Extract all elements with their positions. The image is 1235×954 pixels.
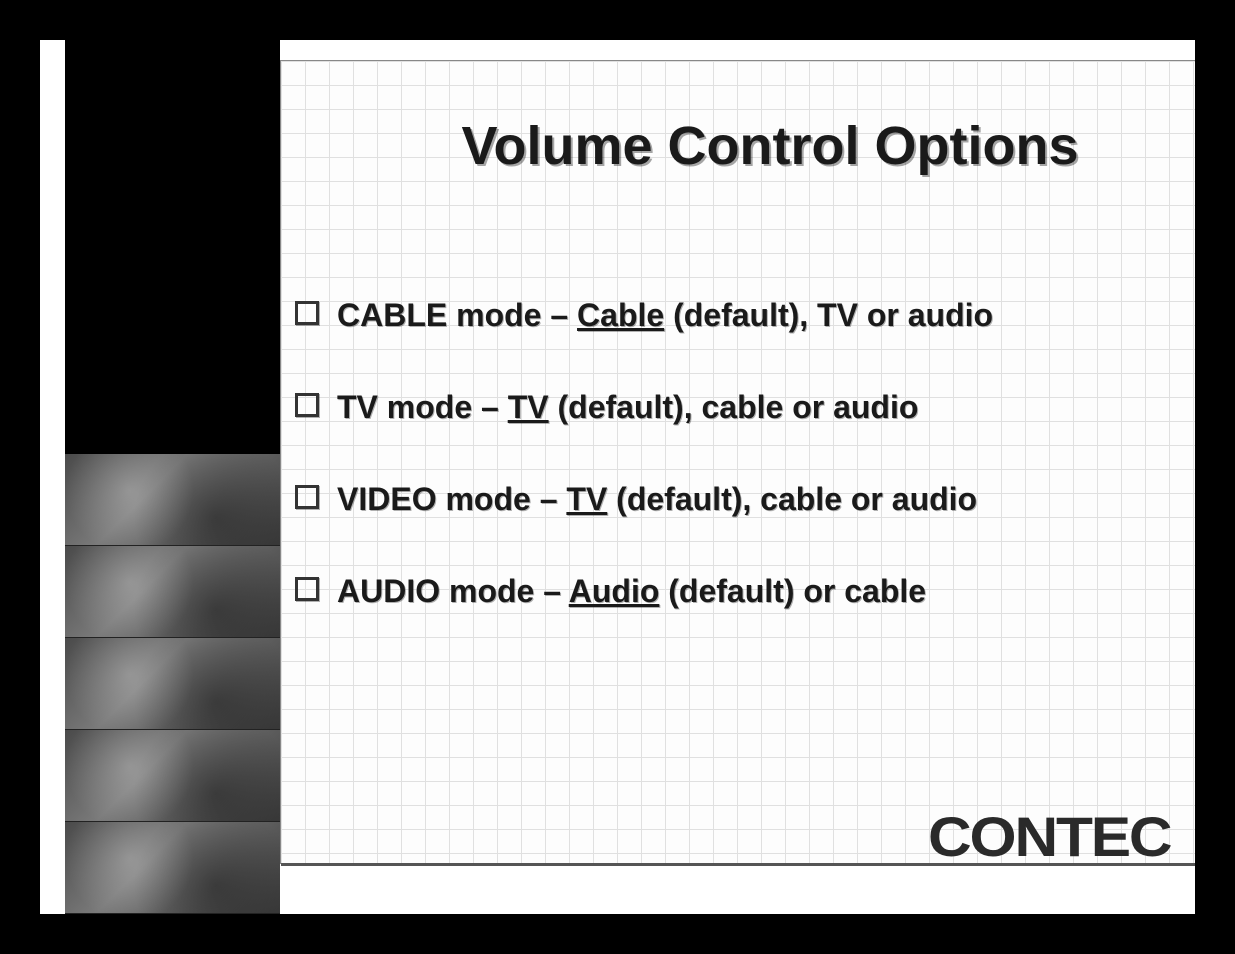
sidebar-photo-5 — [65, 822, 280, 914]
sidebar-image-strip — [65, 454, 280, 914]
checkbox-icon — [295, 485, 319, 509]
checkbox-icon — [295, 393, 319, 417]
sidebar-photo-4 — [65, 730, 280, 822]
bullet-text: VIDEO mode – TV (default), cable or audi… — [337, 479, 1175, 519]
checkbox-icon — [295, 301, 319, 325]
slide: Volume Control Options CABLE mode – Cabl… — [40, 40, 1195, 914]
bullet-text: CABLE mode – Cable (default), TV or audi… — [337, 295, 1175, 335]
bullet-item: TV mode – TV (default), cable or audio — [295, 387, 1175, 427]
sidebar-photo-3 — [65, 638, 280, 730]
bullet-list: CABLE mode – Cable (default), TV or audi… — [295, 295, 1175, 663]
checkbox-icon — [295, 577, 319, 601]
sidebar-photo-1 — [65, 454, 280, 546]
brand-logo: CONTEC — [928, 804, 1170, 869]
bullet-item: VIDEO mode – TV (default), cable or audi… — [295, 479, 1175, 519]
sidebar-photo-2 — [65, 546, 280, 638]
slide-title: Volume Control Options — [350, 115, 1190, 177]
bullet-text: TV mode – TV (default), cable or audio — [337, 387, 1175, 427]
bullet-item: CABLE mode – Cable (default), TV or audi… — [295, 295, 1175, 335]
bullet-text: AUDIO mode – Audio (default) or cable — [337, 571, 1175, 611]
bullet-item: AUDIO mode – Audio (default) or cable — [295, 571, 1175, 611]
